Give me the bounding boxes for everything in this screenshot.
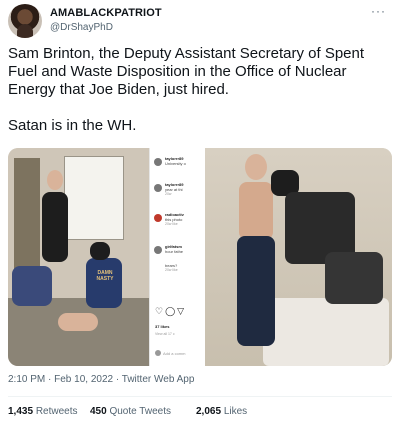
photo-torso (239, 182, 273, 240)
comment-text: hour fathe (165, 249, 184, 254)
photo-legs (58, 313, 98, 331)
comment-1: taylorrr89 University o (154, 156, 202, 178)
likes-stat[interactable]: 2,065 Likes (196, 406, 247, 417)
instagram-screenshot: taylorrr89 University o taylorrr89 year … (149, 148, 206, 366)
comment-5: bears? 20w like (154, 258, 202, 280)
photo-head-right (245, 154, 267, 180)
tweet-text-line-1: Sam Brinton, the Deputy Assistant Secret… (8, 45, 365, 98)
retweets-count: 1,435 (8, 406, 34, 417)
comment-avatar (154, 158, 162, 166)
tweet-header: AMABLACKPATRIOT @DrShayPhD ··· (8, 4, 392, 40)
tweet-text-line-2: Satan is in the WH. (8, 117, 137, 134)
media-photo-right (205, 148, 392, 366)
tweet-text: Sam Brinton, the Deputy Assistant Secret… (8, 45, 392, 135)
author-avatar[interactable] (8, 4, 42, 38)
likes-count: 2,065 (196, 406, 222, 417)
instagram-add-comment: Add a comm (163, 351, 186, 356)
quote-tweets-stat[interactable]: 450 Quote Tweets (90, 406, 171, 417)
tweet-timestamp[interactable]: 2:10 PM · Feb 10, 2022 · Twitter Web App (8, 374, 194, 385)
photo-bed (263, 298, 389, 366)
photo-legs-right (325, 252, 383, 304)
add-comment-avatar (155, 350, 161, 356)
quote-tweets-label: Quote Tweets (109, 406, 171, 417)
media-photo-left: DAMN NASTY (8, 148, 149, 366)
author-display-name[interactable]: AMABLACKPATRIOT (50, 7, 162, 19)
quote-tweets-count: 450 (90, 406, 107, 417)
likes-label: Likes (223, 406, 248, 417)
tweet-stats: 1,435 Retweets 450 Quote Tweets 2,065 Li… (8, 406, 392, 420)
comment-text: University o (165, 161, 186, 166)
photo-floor (8, 298, 149, 366)
author-handle[interactable]: @DrShayPhD (50, 22, 113, 33)
photo-shirt-text: DAMN NASTY (96, 270, 114, 282)
retweets-stat[interactable]: 1,435 Retweets (8, 406, 78, 417)
comment-time: 20w like (165, 222, 178, 226)
tweet-media-image[interactable]: DAMN NASTY taylorrr89 University o taylo… (8, 148, 392, 366)
instagram-action-icons: ♡◯▽ (155, 306, 187, 316)
retweets-label: Retweets (35, 406, 78, 417)
photo-seated-figure (12, 266, 52, 306)
comment-avatar (154, 246, 162, 254)
instagram-view-comments: View all 17 c (155, 332, 175, 336)
photo-whiteboard (64, 156, 124, 240)
more-options-icon[interactable]: ··· (371, 4, 386, 18)
divider (8, 396, 392, 397)
comment-time: 20w (165, 192, 172, 196)
tweet: AMABLACKPATRIOT @DrShayPhD ··· Sam Brint… (0, 0, 400, 424)
comment-avatar (154, 184, 162, 192)
instagram-likes: 37 likes (155, 324, 170, 329)
photo-jeans (237, 236, 275, 346)
photo-door (14, 158, 40, 278)
comment-3: radioactiv this photo 20w like (154, 212, 202, 234)
comment-2: taylorrr89 year at thi 20w (154, 182, 202, 204)
photo-mask (90, 242, 110, 260)
photo-kneeling-figure (86, 258, 122, 308)
photo-head (47, 170, 63, 190)
comment-avatar (154, 214, 162, 222)
photo-standing-figure (42, 192, 68, 262)
comment-time: 20w like (165, 268, 178, 272)
